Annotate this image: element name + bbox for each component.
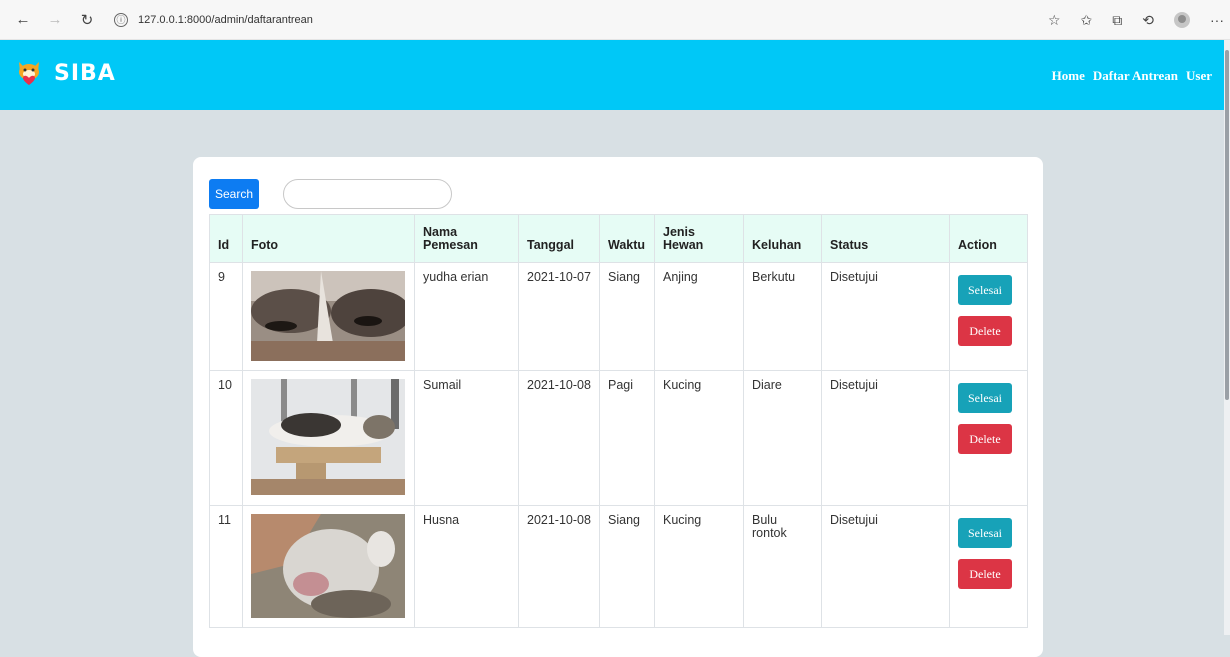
cell-action: Selesai Delete	[949, 262, 1028, 371]
table-row: 9 yudha erian 2021-10-07 Siang Anjing Be…	[209, 262, 1028, 371]
cell-jenis: Kucing	[654, 370, 744, 506]
header-id: Id	[209, 214, 243, 263]
scrollbar-thumb[interactable]	[1225, 50, 1229, 400]
queue-table: Id Foto Nama Pemesan Tanggal Waktu Jenis…	[209, 214, 1028, 628]
cell-nama: Sumail	[414, 370, 519, 506]
header-waktu: Waktu	[599, 214, 655, 263]
delete-button[interactable]: Delete	[958, 424, 1012, 454]
delete-button[interactable]: Delete	[958, 316, 1012, 346]
cell-waktu: Siang	[599, 505, 655, 628]
favorites-icon[interactable]: ✩	[1081, 12, 1093, 29]
cell-keluhan: Bulu rontok	[743, 505, 822, 628]
header-status: Status	[821, 214, 950, 263]
header-keluhan: Keluhan	[743, 214, 822, 263]
search-button[interactable]: Search	[209, 179, 259, 209]
header-foto: Foto	[242, 214, 415, 263]
add-favorite-icon[interactable]: ☆	[1048, 12, 1061, 29]
history-icon[interactable]: ⟲	[1142, 12, 1154, 29]
table-row: 11 Husna 2021-10-08 Siang Kucing Bulu ro…	[209, 505, 1028, 628]
cell-foto	[242, 262, 415, 371]
cell-status: Disetujui	[821, 505, 950, 628]
delete-button[interactable]: Delete	[958, 559, 1012, 589]
queue-card: Search Id Foto Nama Pemesan Tanggal Wakt…	[193, 157, 1043, 657]
cell-keluhan: Berkutu	[743, 262, 822, 371]
cell-action: Selesai Delete	[949, 370, 1028, 506]
nav-links: Home Daftar Antrean User	[1052, 68, 1212, 84]
selesai-button[interactable]: Selesai	[958, 383, 1012, 413]
more-menu-icon[interactable]: ···	[1210, 12, 1224, 28]
browser-toolbar: ← → ↻ ⓘ 127.0.0.1:8000/admin/daftarantre…	[0, 0, 1230, 40]
brand-name: SIBA	[54, 60, 116, 86]
selesai-button[interactable]: Selesai	[958, 518, 1012, 548]
header-action: Action	[949, 214, 1028, 263]
selesai-button[interactable]: Selesai	[958, 275, 1012, 305]
nav-link-user[interactable]: User	[1186, 68, 1212, 84]
app-navbar: SIBA Home Daftar Antrean User	[0, 40, 1230, 110]
page-scrollbar[interactable]	[1224, 40, 1230, 635]
cell-id: 10	[209, 370, 243, 506]
collections-icon[interactable]: ⧉	[1112, 12, 1122, 29]
cell-tanggal: 2021-10-08	[518, 370, 600, 506]
cell-nama: yudha erian	[414, 262, 519, 371]
profile-avatar-icon[interactable]	[1174, 12, 1190, 28]
cell-jenis: Anjing	[654, 262, 744, 371]
url-text: 127.0.0.1:8000/admin/daftarantrean	[138, 13, 313, 26]
nav-link-daftar-antrean[interactable]: Daftar Antrean	[1093, 68, 1178, 84]
cell-keluhan: Diare	[743, 370, 822, 506]
header-nama-pemesan: Nama Pemesan	[414, 214, 519, 263]
cell-tanggal: 2021-10-07	[518, 262, 600, 371]
cell-status: Disetujui	[821, 262, 950, 371]
table-row: 10 Sumail 2021-10-08 Pagi Kucing Diare D…	[209, 370, 1028, 506]
cell-jenis: Kucing	[654, 505, 744, 628]
cat-belly-photo	[251, 514, 405, 618]
dog-photo	[251, 271, 405, 361]
reload-icon[interactable]: ↻	[78, 11, 96, 29]
cell-status: Disetujui	[821, 370, 950, 506]
address-bar[interactable]: ⓘ 127.0.0.1:8000/admin/daftarantrean	[114, 7, 994, 33]
site-info-icon[interactable]: ⓘ	[114, 12, 128, 27]
back-arrow-icon[interactable]: ←	[14, 11, 32, 29]
browser-actions: ☆ ✩ ⧉ ⟲ ···	[1048, 0, 1224, 40]
brand[interactable]: SIBA	[16, 60, 116, 86]
cat-photo	[251, 379, 405, 495]
search-input[interactable]	[283, 179, 452, 209]
forward-arrow-icon[interactable]: →	[46, 11, 64, 29]
cell-id: 11	[209, 505, 243, 628]
cell-foto	[242, 505, 415, 628]
table-header-row: Id Foto Nama Pemesan Tanggal Waktu Jenis…	[209, 214, 1028, 263]
cell-nama: Husna	[414, 505, 519, 628]
cat-heart-logo-icon	[19, 62, 39, 85]
cell-id: 9	[209, 262, 243, 371]
header-jenis-hewan: Jenis Hewan	[654, 214, 744, 263]
cell-tanggal: 2021-10-08	[518, 505, 600, 628]
cell-foto	[242, 370, 415, 506]
cell-waktu: Siang	[599, 262, 655, 371]
cell-waktu: Pagi	[599, 370, 655, 506]
nav-link-home[interactable]: Home	[1052, 68, 1085, 84]
cell-action: Selesai Delete	[949, 505, 1028, 628]
header-tanggal: Tanggal	[518, 214, 600, 263]
